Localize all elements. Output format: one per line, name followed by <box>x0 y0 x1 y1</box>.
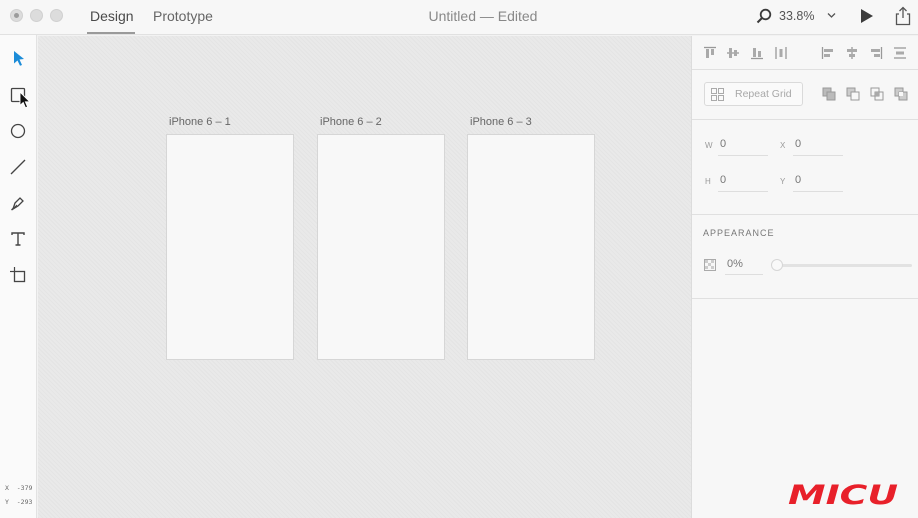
pointer-arrow-icon[interactable] <box>9 49 27 67</box>
play-icon[interactable] <box>860 8 874 24</box>
align-bottom-icon[interactable] <box>750 46 764 60</box>
y-field-underline <box>793 191 843 192</box>
mouse-cursor-icon <box>19 91 31 109</box>
appearance-heading: APPEARANCE <box>703 228 775 238</box>
opacity-slider-handle[interactable] <box>771 259 783 271</box>
repeat-grid-label: Repeat Grid <box>735 88 792 100</box>
title-bar: Design Prototype Untitled — Edited 33.8% <box>0 0 918 35</box>
distribute-horizontal-icon[interactable] <box>774 46 788 60</box>
artboard-label[interactable]: iPhone 6 – 1 <box>169 116 231 128</box>
align-top-icon[interactable] <box>703 46 717 60</box>
artboard-label[interactable]: iPhone 6 – 3 <box>470 116 532 128</box>
align-middle-icon[interactable] <box>726 46 740 60</box>
opacity-field-underline <box>725 274 763 275</box>
cursor-x-coordinate: X -379 <box>5 484 33 492</box>
svg-text:MICU: MICU <box>788 480 898 508</box>
chevron-down-icon[interactable] <box>826 10 837 21</box>
exclude-overlap-icon[interactable] <box>894 87 908 101</box>
height-field-underline <box>718 191 768 192</box>
design-canvas[interactable]: iPhone 6 – 1 iPhone 6 – 2 iPhone 6 – 3 <box>38 36 691 518</box>
property-inspector: Repeat Grid W 0 X 0 H 0 Y 0 APPEARANCE 0… <box>691 36 918 518</box>
active-tab-indicator <box>87 32 135 34</box>
divider <box>692 214 918 215</box>
width-field-underline <box>718 155 768 156</box>
intersect-icon[interactable] <box>870 87 884 101</box>
add-union-icon[interactable] <box>822 87 836 101</box>
artboard-label[interactable]: iPhone 6 – 2 <box>320 116 382 128</box>
x-field[interactable]: 0 <box>795 138 801 150</box>
align-left-icon[interactable] <box>821 46 835 60</box>
opacity-slider-track[interactable] <box>774 264 912 267</box>
align-right-icon[interactable] <box>869 46 883 60</box>
subtract-icon[interactable] <box>846 87 860 101</box>
artboard-iphone-6-2[interactable] <box>317 134 445 360</box>
cursor-y-coordinate: Y -293 <box>5 498 33 506</box>
x-label: X <box>780 141 786 150</box>
artboard-iphone-6-1[interactable] <box>166 134 294 360</box>
opacity-field[interactable]: 0% <box>727 258 743 270</box>
micu-watermark-logo: MICU <box>788 480 898 508</box>
width-label: W <box>705 141 713 150</box>
divider <box>692 69 918 70</box>
height-field[interactable]: 0 <box>720 174 726 186</box>
zoom-level[interactable]: 33.8% <box>779 9 814 23</box>
pen-icon[interactable] <box>9 194 27 212</box>
height-label: H <box>705 177 711 186</box>
artboard-icon[interactable] <box>9 266 27 284</box>
repeat-grid-icon <box>711 88 724 101</box>
repeat-grid-button[interactable]: Repeat Grid <box>704 82 803 106</box>
divider <box>692 119 918 120</box>
ellipse-icon[interactable] <box>9 122 27 140</box>
opacity-checker-icon <box>704 259 716 271</box>
y-label: Y <box>780 177 786 186</box>
y-field[interactable]: 0 <box>795 174 801 186</box>
line-icon[interactable] <box>9 158 27 176</box>
distribute-vertical-icon[interactable] <box>893 46 907 60</box>
artboard-iphone-6-3[interactable] <box>467 134 595 360</box>
divider <box>692 298 918 299</box>
x-field-underline <box>793 155 843 156</box>
align-center-icon[interactable] <box>845 46 859 60</box>
share-icon[interactable] <box>894 6 912 26</box>
search-icon[interactable] <box>756 8 772 24</box>
width-field[interactable]: 0 <box>720 138 726 150</box>
text-icon[interactable] <box>9 230 27 248</box>
